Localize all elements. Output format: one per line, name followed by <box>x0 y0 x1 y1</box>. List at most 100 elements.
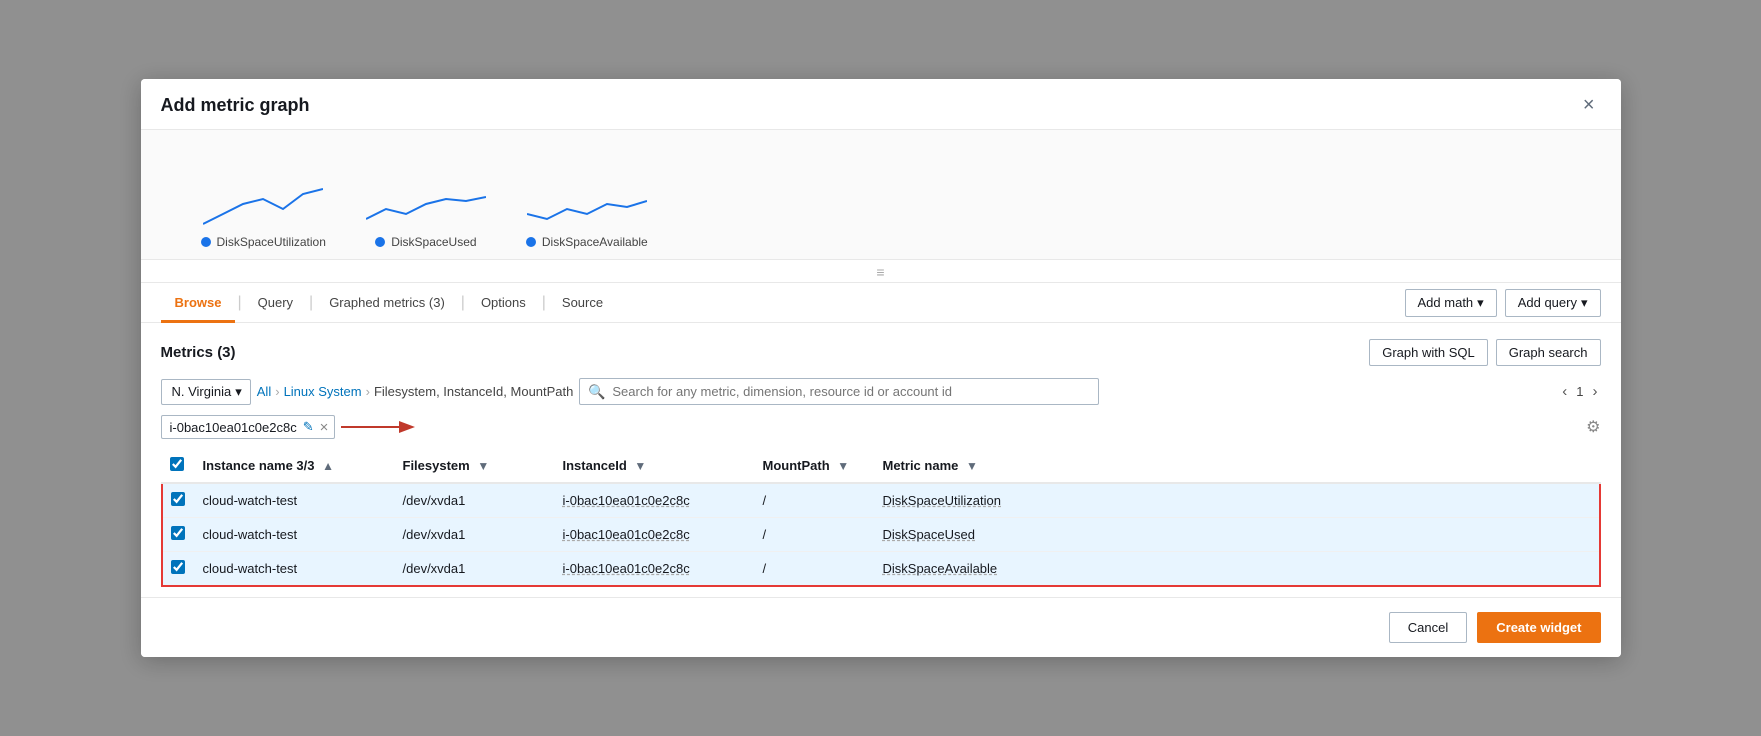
tabs-row: Browse | Query | Graphed metrics (3) | O… <box>141 283 1621 323</box>
legend-2: DiskSpaceUsed <box>375 235 476 249</box>
tab-sep-2: | <box>309 294 313 312</box>
th-metricname-label: Metric name <box>883 458 959 473</box>
page-next-button[interactable]: › <box>1590 383 1601 400</box>
table-row: cloud-watch-test/dev/xvda1i-0bac10ea01c0… <box>162 483 1600 518</box>
arrow-line <box>341 417 421 437</box>
table-row: cloud-watch-test/dev/xvda1i-0bac10ea01c0… <box>162 552 1600 587</box>
breadcrumb-namespace[interactable]: Linux System <box>284 384 362 399</box>
modal: Add metric graph × DiskSpaceUtilization <box>141 79 1621 657</box>
th-checkbox <box>162 449 195 483</box>
row-filesystem: /dev/xvda1 <box>395 483 555 518</box>
filter-bar: N. Virginia ▾ All › Linux System › Files… <box>161 378 1601 405</box>
close-button[interactable]: × <box>1577 93 1601 117</box>
search-input[interactable] <box>579 378 1099 405</box>
row-checkbox-cell <box>162 552 195 587</box>
th-mountpath-label: MountPath <box>763 458 830 473</box>
graph-with-sql-button[interactable]: Graph with SQL <box>1369 339 1488 366</box>
row-instance-name: cloud-watch-test <box>195 483 395 518</box>
filter-tag-edit-icon[interactable]: ✎ <box>303 419 314 435</box>
breadcrumb-all[interactable]: All <box>257 384 271 399</box>
breadcrumb-sep-1: › <box>275 384 279 399</box>
th-filesystem-label: Filesystem <box>403 458 470 473</box>
page-prev-button[interactable]: ‹ <box>1559 383 1570 400</box>
row-instanceid: i-0bac10ea01c0e2c8c <box>555 552 755 587</box>
tab-source[interactable]: Source <box>548 283 617 323</box>
row-mountpath: / <box>755 483 875 518</box>
sort-metricname-button[interactable]: ▼ <box>962 459 978 473</box>
th-instanceid: InstanceId ▼ <box>555 449 755 483</box>
row-mountpath: / <box>755 552 875 587</box>
row-metricname: DiskSpaceUtilization <box>875 483 1600 518</box>
row-checkbox[interactable] <box>171 492 185 506</box>
mini-graph-2: DiskSpaceUsed <box>366 159 486 249</box>
row-mountpath: / <box>755 518 875 552</box>
row-instance-name: cloud-watch-test <box>195 518 395 552</box>
legend-dot-1 <box>201 237 211 247</box>
th-metricname: Metric name ▼ <box>875 449 1600 483</box>
modal-title: Add metric graph <box>161 95 310 116</box>
metrics-count-title: Metrics (3) <box>161 344 236 361</box>
tab-options[interactable]: Options <box>467 283 540 323</box>
breadcrumb-sep-2: › <box>366 384 370 399</box>
tab-query[interactable]: Query <box>244 283 307 323</box>
row-filesystem: /dev/xvda1 <box>395 518 555 552</box>
tab-sep-3: | <box>461 294 465 312</box>
tab-graphed-metrics[interactable]: Graphed metrics (3) <box>315 283 459 323</box>
add-query-label: Add query <box>1518 295 1577 310</box>
th-instance-label: Instance name 3/3 <box>203 458 315 473</box>
table-body: cloud-watch-test/dev/xvda1i-0bac10ea01c0… <box>162 483 1600 586</box>
select-all-checkbox[interactable] <box>170 457 184 471</box>
sort-instance-button[interactable]: ▲ <box>318 459 334 473</box>
legend-1: DiskSpaceUtilization <box>201 235 326 249</box>
row-checkbox[interactable] <box>171 526 185 540</box>
content-area: Metrics (3) Graph with SQL Graph search … <box>141 323 1621 597</box>
th-instanceid-label: InstanceId <box>563 458 627 473</box>
th-instance-name: Instance name 3/3 ▲ <box>195 449 395 483</box>
row-metricname: DiskSpaceUsed <box>875 518 1600 552</box>
region-selector[interactable]: N. Virginia ▾ <box>161 379 251 405</box>
row-instanceid: i-0bac10ea01c0e2c8c <box>555 483 755 518</box>
legend-label-1: DiskSpaceUtilization <box>217 235 326 249</box>
sort-instanceid-button[interactable]: ▼ <box>630 459 646 473</box>
sort-filesystem-button[interactable]: ▼ <box>473 459 489 473</box>
tab-browse[interactable]: Browse <box>161 283 236 323</box>
filter-tag-row: i-0bac10ea01c0e2c8c ✎ × <box>161 415 1601 439</box>
row-filesystem: /dev/xvda1 <box>395 552 555 587</box>
th-mountpath: MountPath ▼ <box>755 449 875 483</box>
metrics-header: Metrics (3) Graph with SQL Graph search <box>161 339 1601 366</box>
filter-tag: i-0bac10ea01c0e2c8c ✎ × <box>161 415 336 439</box>
row-checkbox[interactable] <box>171 560 185 574</box>
table-settings-button[interactable]: ⚙ <box>1586 417 1600 437</box>
pagination: ‹ 1 › <box>1559 383 1600 400</box>
search-icon: 🔍 <box>588 383 605 400</box>
metrics-table: Instance name 3/3 ▲ Filesystem ▼ Instanc… <box>161 449 1601 587</box>
table-row: cloud-watch-test/dev/xvda1i-0bac10ea01c0… <box>162 518 1600 552</box>
graph-search-button[interactable]: Graph search <box>1496 339 1601 366</box>
tab-sep-4: | <box>542 294 546 312</box>
add-query-button[interactable]: Add query ▾ <box>1505 289 1601 317</box>
row-checkbox-cell <box>162 518 195 552</box>
create-widget-button[interactable]: Create widget <box>1477 612 1600 643</box>
add-math-label: Add math <box>1418 295 1474 310</box>
row-instance-name: cloud-watch-test <box>195 552 395 587</box>
row-checkbox-cell <box>162 483 195 518</box>
mini-graph-3: DiskSpaceAvailable <box>526 159 648 249</box>
row-instanceid: i-0bac10ea01c0e2c8c <box>555 518 755 552</box>
mini-graph-1: DiskSpaceUtilization <box>201 159 326 249</box>
page-number: 1 <box>1576 384 1583 399</box>
resize-handle[interactable]: ≡ <box>141 260 1621 283</box>
modal-footer: Cancel Create widget <box>141 597 1621 657</box>
add-math-button[interactable]: Add math ▾ <box>1405 289 1497 317</box>
cancel-button[interactable]: Cancel <box>1389 612 1467 643</box>
tabs-right-buttons: Add math ▾ Add query ▾ <box>1405 289 1601 317</box>
region-chevron-icon: ▾ <box>235 384 242 400</box>
sort-mountpath-button[interactable]: ▼ <box>833 459 849 473</box>
tab-sep-1: | <box>237 294 241 312</box>
arrow-annotation-container <box>341 417 421 437</box>
modal-header: Add metric graph × <box>141 79 1621 130</box>
filter-tag-close-icon[interactable]: × <box>320 420 329 435</box>
filter-tag-value: i-0bac10ea01c0e2c8c <box>170 420 297 435</box>
add-math-chevron-icon: ▾ <box>1477 295 1484 311</box>
breadcrumb-nav: All › Linux System › Filesystem, Instanc… <box>257 384 574 399</box>
row-metricname: DiskSpaceAvailable <box>875 552 1600 587</box>
